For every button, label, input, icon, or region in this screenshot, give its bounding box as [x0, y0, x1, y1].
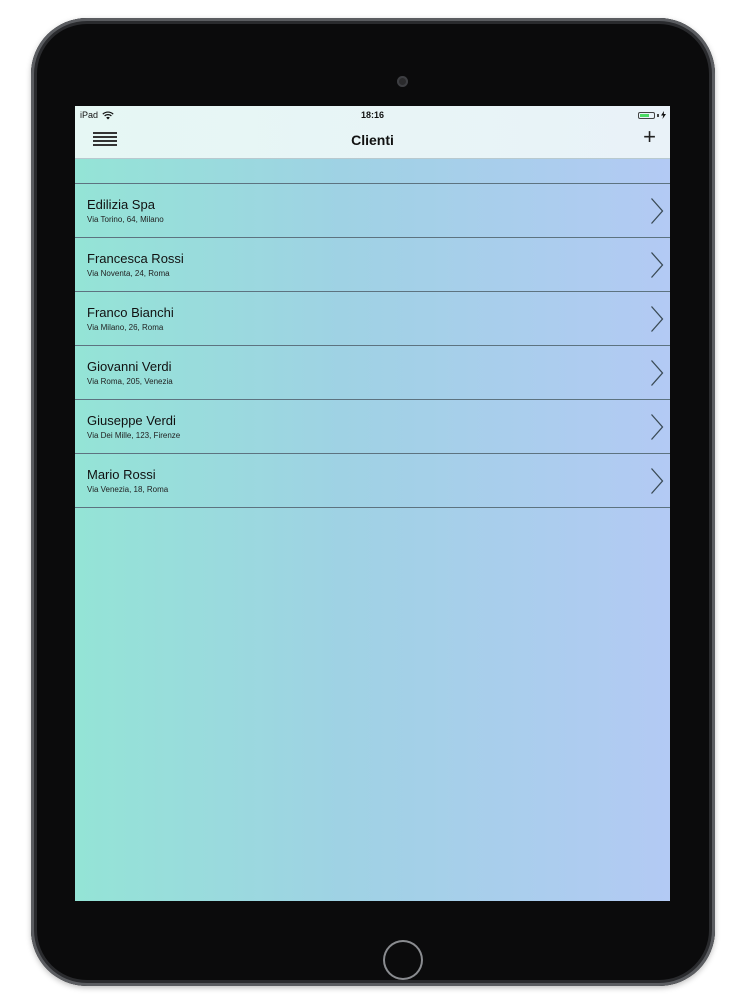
status-time: 18:16: [360, 110, 385, 120]
status-bar: iPad 18:16: [75, 106, 670, 124]
list-item[interactable]: Franco Bianchi Via Milano, 26, Roma: [75, 292, 670, 346]
client-name: Giovanni Verdi: [87, 359, 172, 374]
list-item[interactable]: Francesca Rossi Via Noventa, 24, Roma: [75, 238, 670, 292]
client-address: Via Noventa, 24, Roma: [87, 269, 170, 278]
client-list: Edilizia Spa Via Torino, 64, Milano Fran…: [75, 183, 670, 508]
navigation-bar: iPad 18:16 Clienti +: [75, 106, 670, 159]
client-name: Franco Bianchi: [87, 305, 174, 320]
charging-icon: [661, 111, 666, 119]
client-name: Mario Rossi: [87, 467, 156, 482]
chevron-right-icon: [651, 468, 664, 494]
battery-fill: [640, 113, 650, 117]
battery-cap: [657, 113, 659, 117]
list-item[interactable]: Mario Rossi Via Venezia, 18, Roma: [75, 454, 670, 508]
client-name: Francesca Rossi: [87, 251, 184, 266]
client-address: Via Venezia, 18, Roma: [87, 485, 169, 494]
status-right: [638, 111, 666, 119]
chevron-right-icon: [651, 252, 664, 278]
client-address: Via Torino, 64, Milano: [87, 215, 164, 224]
list-item[interactable]: Edilizia Spa Via Torino, 64, Milano: [75, 184, 670, 238]
add-client-button[interactable]: +: [643, 126, 656, 148]
page-title: Clienti: [351, 132, 394, 148]
chevron-right-icon: [651, 360, 664, 386]
camera-icon: [397, 76, 408, 87]
client-name: Giuseppe Verdi: [87, 413, 176, 428]
home-button[interactable]: [383, 940, 423, 980]
client-address: Via Roma, 205, Venezia: [87, 377, 173, 386]
chevron-right-icon: [651, 306, 664, 332]
chevron-right-icon: [651, 198, 664, 224]
list-item[interactable]: Giuseppe Verdi Via Dei Mille, 123, Firen…: [75, 400, 670, 454]
client-name: Edilizia Spa: [87, 197, 155, 212]
battery-icon: [638, 111, 655, 119]
list-item[interactable]: Giovanni Verdi Via Roma, 205, Venezia: [75, 346, 670, 400]
app-screen: iPad 18:16 Clienti + Edilizia Spa Via To…: [75, 106, 670, 901]
chevron-right-icon: [651, 414, 664, 440]
client-address: Via Dei Mille, 123, Firenze: [87, 431, 181, 440]
client-address: Via Milano, 26, Roma: [87, 323, 164, 332]
